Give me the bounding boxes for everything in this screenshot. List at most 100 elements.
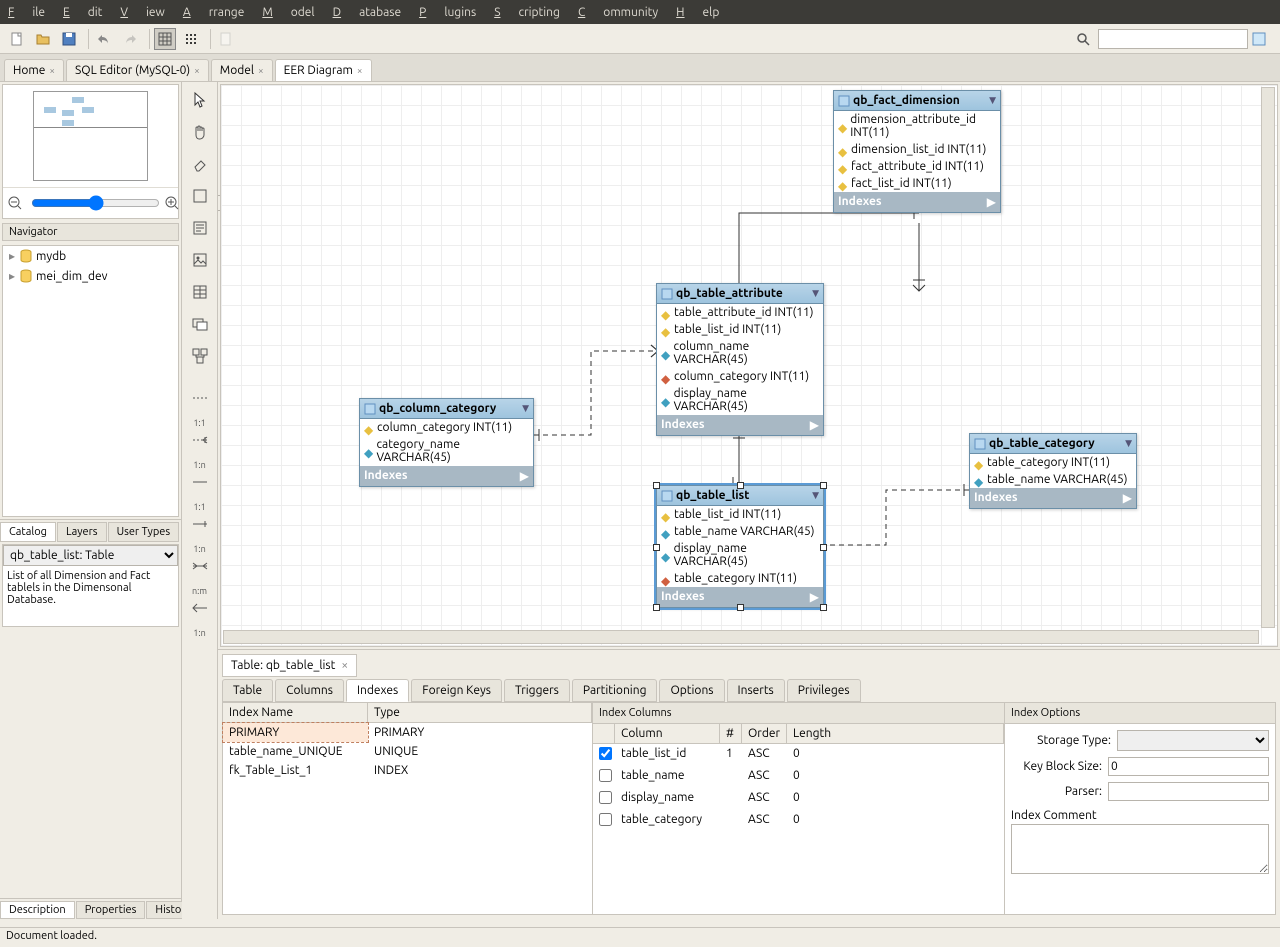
rel-1-1-nonid-icon[interactable] xyxy=(188,386,212,410)
esub-options[interactable]: Options xyxy=(659,679,724,702)
tab-model[interactable]: Model× xyxy=(211,59,273,81)
menu-community[interactable]: Community xyxy=(578,6,658,19)
menu-plugins[interactable]: Plugins xyxy=(419,6,476,19)
navigator-preview[interactable] xyxy=(33,91,148,181)
entity-qb-table-list[interactable]: qb_table_list▼ ◆table_list_id INT(11) ◆t… xyxy=(656,485,824,608)
catalog-tree[interactable]: ▸mydb ▸mei_dim_dev xyxy=(2,245,179,517)
tree-item-mei[interactable]: ▸mei_dim_dev xyxy=(3,266,178,286)
grid-toggle-icon[interactable] xyxy=(154,28,176,50)
subtab-catalog[interactable]: Catalog xyxy=(0,522,56,542)
menu-edit[interactable]: Edit xyxy=(63,6,102,19)
description-selector[interactable]: qb_table_list: Table xyxy=(3,545,178,566)
left-panel: ▾ Navigator ▸mydb ▸mei_dim_dev Catalog L… xyxy=(0,82,182,919)
table-editor: Table: qb_table_list× Table Columns Inde… xyxy=(218,649,1280,919)
search-go-icon[interactable] xyxy=(1248,28,1270,50)
menu-model[interactable]: Model xyxy=(262,6,314,19)
note-tool-icon[interactable] xyxy=(188,216,212,240)
undo-icon[interactable] xyxy=(93,28,115,50)
editor-tab[interactable]: Table: qb_table_list× xyxy=(222,654,357,677)
menu-arrange[interactable]: Arrange xyxy=(183,6,244,19)
esub-columns[interactable]: Columns xyxy=(275,679,344,702)
index-row[interactable]: fk_Table_List_1INDEX xyxy=(223,761,592,780)
diagram-canvas[interactable]: qb_fact_dimension▼ ◆dimension_attribute_… xyxy=(221,85,1277,646)
esub-privileges[interactable]: Privileges xyxy=(787,679,861,702)
menu-help[interactable]: Help xyxy=(676,6,719,19)
status-bar: Document loaded. xyxy=(0,927,1280,947)
index-row-primary[interactable]: PRIMARYPRIMARY xyxy=(223,723,592,742)
index-col-row[interactable]: table_categoryASC0 xyxy=(593,810,1004,832)
zoom-slider[interactable] xyxy=(31,195,160,211)
index-row[interactable]: table_name_UNIQUEUNIQUE xyxy=(223,742,592,761)
open-file-icon[interactable] xyxy=(32,28,54,50)
menu-bar: File Edit View Arrange Model Database Pl… xyxy=(0,0,1280,24)
snap-icon[interactable] xyxy=(180,28,202,50)
zoom-in-icon[interactable] xyxy=(164,192,180,214)
storage-type-select[interactable] xyxy=(1117,730,1269,751)
eraser-tool-icon[interactable] xyxy=(188,152,212,176)
page-icon[interactable] xyxy=(215,28,237,50)
pointer-tool-icon[interactable] xyxy=(188,88,212,112)
col-checkbox[interactable] xyxy=(599,791,612,804)
tool-strip: 1:1 1:n 1:1 1:n n:m 1:n xyxy=(182,82,218,919)
save-icon[interactable] xyxy=(58,28,80,50)
esub-inserts[interactable]: Inserts xyxy=(727,679,785,702)
subtab-layers[interactable]: Layers xyxy=(57,522,107,542)
menu-database[interactable]: Database xyxy=(333,6,402,19)
col-checkbox[interactable] xyxy=(599,769,612,782)
layer-tool-icon[interactable] xyxy=(188,184,212,208)
esub-partitioning[interactable]: Partitioning xyxy=(572,679,658,702)
subtab-usertypes[interactable]: User Types xyxy=(108,522,180,542)
bltab-properties[interactable]: Properties xyxy=(76,901,146,919)
rel-1-n-id-icon[interactable] xyxy=(188,512,212,536)
menu-file[interactable]: File xyxy=(8,6,45,19)
close-icon[interactable]: × xyxy=(357,65,363,76)
hand-tool-icon[interactable] xyxy=(188,120,212,144)
tree-item-mydb[interactable]: ▸mydb xyxy=(3,246,178,266)
index-options: Index Options Storage Type: Key Block Si… xyxy=(1005,703,1275,914)
esub-foreignkeys[interactable]: Foreign Keys xyxy=(411,679,502,702)
index-comment-input[interactable] xyxy=(1011,824,1269,874)
esub-triggers[interactable]: Triggers xyxy=(504,679,570,702)
index-list[interactable]: Index NameType PRIMARYPRIMARY table_name… xyxy=(223,703,593,914)
col-checkbox[interactable] xyxy=(599,813,612,826)
close-icon[interactable]: × xyxy=(341,659,348,672)
view-tool-icon[interactable] xyxy=(188,312,212,336)
close-icon[interactable]: × xyxy=(194,65,200,76)
menu-scripting[interactable]: Scripting xyxy=(494,6,560,19)
tab-sql-editor[interactable]: SQL Editor (MySQL-0)× xyxy=(66,59,209,81)
index-col-row[interactable]: display_nameASC0 xyxy=(593,788,1004,810)
vertical-scrollbar[interactable] xyxy=(1261,87,1275,628)
image-tool-icon[interactable] xyxy=(188,248,212,272)
tab-eer-diagram[interactable]: EER Diagram× xyxy=(275,59,372,81)
rel-1-n-nonid-icon[interactable] xyxy=(188,428,212,452)
entity-qb-table-attribute[interactable]: qb_table_attribute▼ ◆table_attribute_id … xyxy=(656,283,824,436)
col-checkbox[interactable] xyxy=(599,747,612,760)
horizontal-scrollbar[interactable] xyxy=(223,630,1259,644)
close-icon[interactable]: × xyxy=(49,65,55,76)
close-icon[interactable]: × xyxy=(258,65,264,76)
rel-n-m-icon[interactable] xyxy=(188,554,212,578)
new-file-icon[interactable] xyxy=(6,28,28,50)
description-text: List of all Dimension and Fact tablels i… xyxy=(3,566,178,626)
entity-qb-fact-dimension[interactable]: qb_fact_dimension▼ ◆dimension_attribute_… xyxy=(833,90,1001,213)
bltab-description[interactable]: Description xyxy=(0,901,75,919)
routine-tool-icon[interactable] xyxy=(188,344,212,368)
key-block-input[interactable] xyxy=(1108,757,1269,776)
entity-qb-column-category[interactable]: qb_column_category▼ ◆column_category INT… xyxy=(359,398,534,487)
search-input[interactable] xyxy=(1098,29,1248,49)
zoom-out-icon[interactable] xyxy=(7,192,23,214)
menu-view[interactable]: View xyxy=(120,6,164,19)
parser-input[interactable] xyxy=(1108,782,1269,801)
rel-existing-icon[interactable] xyxy=(188,596,212,620)
index-col-row[interactable]: table_list_id1ASC0 xyxy=(593,744,1004,766)
rel-1-1-id-icon[interactable] xyxy=(188,470,212,494)
tab-home[interactable]: Home× xyxy=(4,59,64,81)
table-tool-icon[interactable] xyxy=(188,280,212,304)
esub-indexes[interactable]: Indexes xyxy=(346,679,409,702)
redo-icon[interactable] xyxy=(119,28,141,50)
esub-table[interactable]: Table xyxy=(222,679,273,702)
entity-qb-table-category[interactable]: qb_table_category▼ ◆table_category INT(1… xyxy=(969,433,1137,509)
toolbar xyxy=(0,24,1280,54)
search-icon xyxy=(1072,28,1094,50)
index-col-row[interactable]: table_nameASC0 xyxy=(593,766,1004,788)
